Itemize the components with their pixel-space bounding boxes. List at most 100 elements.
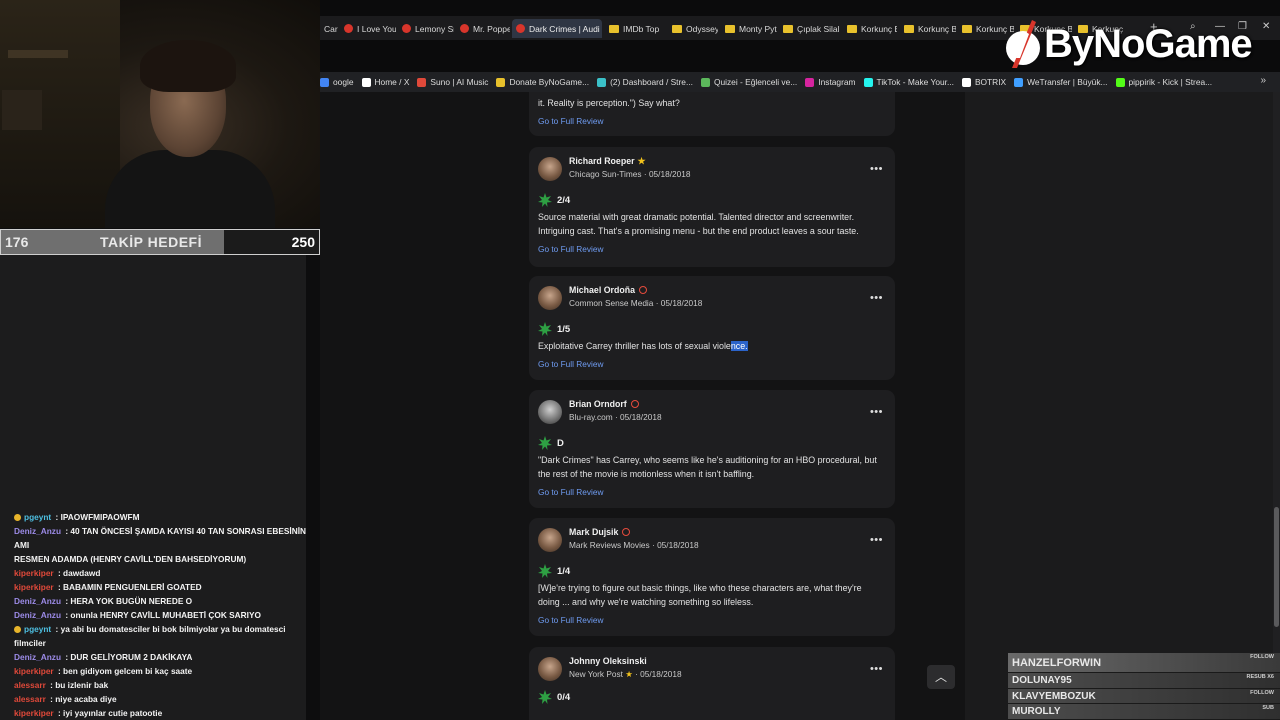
review-card: Michael Ordoña Common Sense Media · 05/1… [529, 276, 895, 380]
chat-username[interactable]: Deniz_Anzu [14, 652, 61, 662]
bynogame-logo: ByNoGame [1000, 14, 1270, 74]
avatar[interactable] [538, 286, 562, 310]
chat-username[interactable]: kiperkiper [14, 568, 54, 578]
bookmark-label: TikTok - Make Your... [876, 77, 954, 87]
more-options-icon[interactable]: ••• [870, 163, 883, 175]
reviewer-header: Richard Roeper ★ Chicago Sun-Times · 05/1… [538, 155, 690, 181]
chat-username[interactable]: alessarr [14, 694, 46, 704]
review-quote: "Dark Crimes" has Carrey, who seems like… [538, 455, 877, 480]
full-review-link[interactable]: Go to Full Review [538, 487, 603, 497]
review-quote: Exploitative Carrey thriller has lots of… [538, 339, 883, 353]
bookmarks-overflow-icon[interactable]: » [1260, 75, 1266, 86]
avatar[interactable] [538, 657, 562, 681]
bookmark-favicon-icon [496, 77, 506, 87]
tab-label: Korkunç Bi [861, 23, 897, 34]
more-options-icon[interactable]: ••• [870, 406, 883, 418]
chat-badge-icon [14, 626, 21, 633]
verified-critic-icon [622, 528, 631, 536]
full-review-link[interactable]: Go to Full Review [538, 244, 603, 254]
chat-username[interactable]: kiperkiper [14, 666, 54, 676]
bookmark-item[interactable]: Quizei - Eğlenceli ve... [700, 77, 797, 87]
review-card: Mark Dujsik Mark Reviews Movies · 05/18/… [529, 518, 895, 636]
event-row: MUROLLY SUB [1008, 704, 1280, 720]
rotten-splat-icon [538, 436, 552, 450]
bookmark-label: Home / X [374, 77, 410, 87]
chat-separator: : [55, 666, 64, 676]
browser-tab[interactable]: Dark Crimes | Audi [512, 19, 602, 38]
event-type: FOLLOW [1250, 654, 1274, 660]
bookmark-label: Donate ByNoGame... [509, 77, 590, 87]
chat-username[interactable]: pgeynt [24, 512, 51, 522]
full-review-link[interactable]: Go to Full Review [538, 615, 603, 625]
scrollbar-thumb[interactable] [1274, 507, 1279, 627]
chat-username[interactable]: pgeynt [24, 624, 51, 634]
browser-tab[interactable]: I Love You [340, 19, 396, 38]
chat-text: dawdawd [63, 568, 101, 578]
tab-label: Car [324, 23, 338, 34]
reviewer-name-row: Michael Ordoña [569, 284, 702, 296]
full-review-link[interactable]: Go to Full Review [538, 116, 603, 126]
browser-tab[interactable]: Korkunç Bi [900, 19, 956, 38]
reviews-content-area: it. Reality is perception.") Say what? G… [320, 92, 965, 720]
more-options-icon[interactable]: ••• [870, 292, 883, 304]
browser-tab[interactable]: Korkunç Bi [843, 19, 897, 38]
reviewer-meta: Common Sense Media · 05/18/2018 [569, 298, 703, 308]
bookmark-item[interactable]: Instagram [805, 77, 856, 87]
reviewer-name-row: Richard Roeper ★ [569, 155, 690, 167]
bookmark-favicon-icon [805, 77, 815, 87]
more-options-icon[interactable]: ••• [870, 663, 883, 675]
more-options-icon[interactable]: ••• [870, 534, 883, 546]
reviewer-name[interactable]: Brian Orndorf [569, 399, 627, 409]
chat-username[interactable]: Deniz_Anzu [14, 596, 61, 606]
reviewer-header: Brian Orndorf Blu-ray.com · 05/18/2018 [538, 398, 662, 424]
event-row: HANZELFORWIN FOLLOW [1008, 653, 1280, 673]
browser-tab[interactable]: Monty Pyth [721, 19, 777, 38]
outlet-name[interactable]: Blu-ray.com [569, 412, 613, 422]
bookmark-item[interactable]: Donate ByNoGame... [496, 77, 589, 87]
review-card: Brian Orndorf Blu-ray.com · 05/18/2018 •… [529, 390, 895, 508]
outlet-name[interactable]: Common Sense Media [569, 298, 653, 308]
chat-username[interactable]: Deniz_Anzu [14, 610, 61, 620]
browser-tab[interactable]: IMDb Top [605, 19, 665, 38]
bookmark-item[interactable]: Suno | AI Music [417, 77, 488, 87]
bookmark-item[interactable]: pippirik - Kick | Strea... [1115, 77, 1212, 87]
browser-tab[interactable]: Çıplak Silal [779, 19, 839, 38]
chat-text: RESMEN ADAMDA (HENRY CAVİLL'DEN BAHSEDİY… [14, 554, 247, 564]
full-review-link[interactable]: Go to Full Review [538, 359, 603, 369]
avatar[interactable] [538, 400, 562, 424]
browser-tab[interactable]: Lemony Sn [398, 19, 454, 38]
bookmark-item[interactable]: Home / X [361, 77, 410, 87]
follow-goal-current: 176 [5, 234, 29, 250]
chat-username[interactable]: kiperkiper [14, 582, 54, 592]
event-type: SUB [1262, 705, 1274, 711]
bookmark-item[interactable]: BOTRIX [961, 77, 1006, 87]
scroll-to-top-button[interactable]: ︿ [927, 665, 955, 689]
bookmark-list: oogle Home / X Suno | AI Music Donate ByNoG… [320, 77, 1212, 87]
reviewer-name[interactable]: Richard Roeper [569, 156, 635, 166]
outlet-name[interactable]: New York Post [569, 669, 623, 679]
chat-username[interactable]: Deniz_Anzu [14, 526, 61, 536]
browser-tab[interactable]: Odyssey (2 [668, 19, 718, 38]
avatar[interactable] [538, 528, 562, 552]
tab-favicon-icon [783, 24, 793, 33]
outlet-name[interactable]: Mark Reviews Movies [569, 540, 650, 550]
browser-tab[interactable]: Mr. Popper [456, 19, 510, 38]
bookmark-item[interactable]: (2) Dashboard / Stre... [597, 77, 693, 87]
chat-username[interactable]: kiperkiper [14, 708, 54, 718]
follow-goal-title: TAKİP HEDEFİ [100, 234, 202, 250]
reviewer-name[interactable]: Michael Ordoña [569, 285, 635, 295]
reviewer-name[interactable]: Mark Dujsik [569, 527, 618, 537]
tab-favicon-icon [609, 24, 619, 33]
tab-label: Odyssey (2 [686, 23, 718, 34]
bookmark-item[interactable]: TikTok - Make Your... [863, 77, 954, 87]
browser-tab[interactable]: Car [320, 19, 340, 38]
page-scrollbar[interactable] [1273, 92, 1280, 720]
recent-events-list: HANZELFORWIN FOLLOW DOLUNAY95 RESUB X6 KLAVY… [1008, 653, 1280, 720]
chat-message: alessarr : bu izlenir bak [14, 678, 314, 692]
outlet-name[interactable]: Chicago Sun-Times [569, 169, 642, 179]
bookmark-item[interactable]: oogle [320, 77, 354, 87]
reviewer-name[interactable]: Johnny Oleksinski [569, 656, 647, 666]
avatar[interactable] [538, 157, 562, 181]
bookmark-item[interactable]: WeTransfer | Büyük... [1014, 77, 1108, 87]
chat-username[interactable]: alessarr [14, 680, 46, 690]
